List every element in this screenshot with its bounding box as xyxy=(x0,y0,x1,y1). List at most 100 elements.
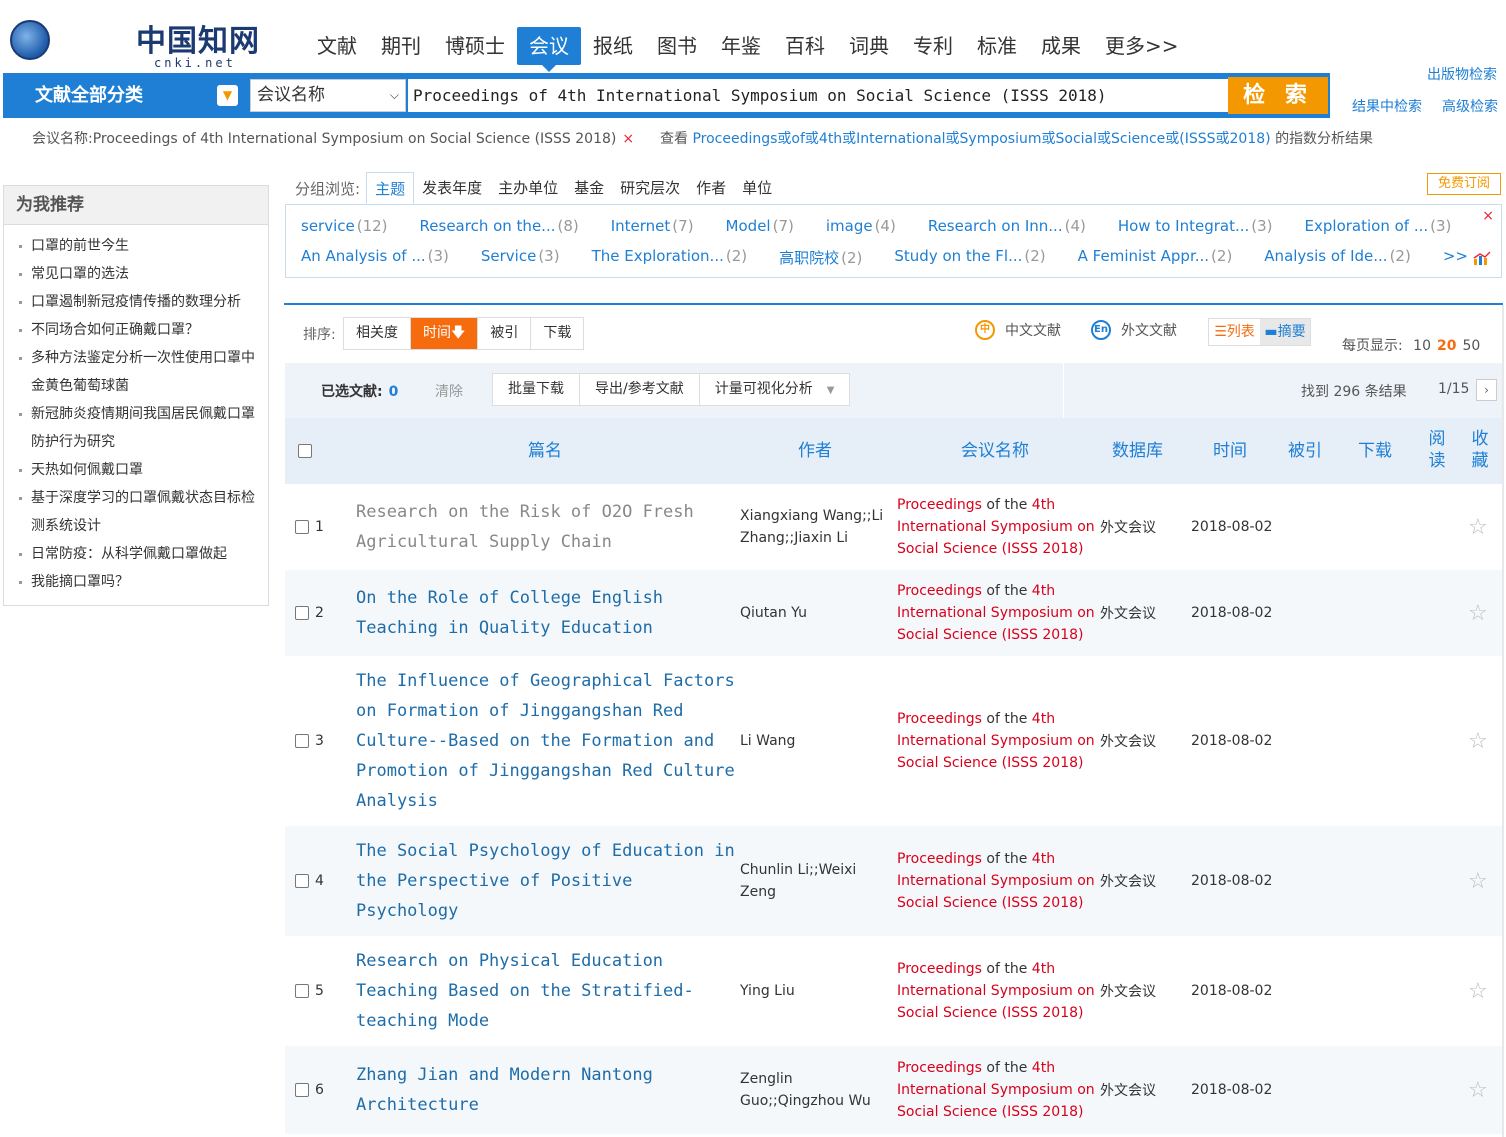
topic-link[interactable]: Analysis of Ide... (2) xyxy=(1264,247,1411,268)
select-all-checkbox[interactable] xyxy=(298,444,312,458)
topic-link[interactable]: image (4) xyxy=(826,217,896,235)
row-checkbox[interactable] xyxy=(295,520,309,534)
nav-item[interactable]: 会议 xyxy=(517,27,581,72)
conference-link[interactable]: Proceedings of the 4th International Sym… xyxy=(897,494,1097,560)
sort-button[interactable]: 被引 xyxy=(478,318,532,349)
paper-title-link[interactable]: The Influence of Geographical Factors on… xyxy=(356,666,736,816)
star-icon[interactable]: ☆ xyxy=(1468,484,1488,570)
cnki-logo[interactable]: 中国知网 cnki.net xyxy=(4,10,264,70)
list-view-button[interactable]: ☰列表 xyxy=(1209,319,1260,345)
action-button[interactable]: 计量可视化分析 ▼ xyxy=(700,374,850,405)
conference-link[interactable]: Proceedings of the 4th International Sym… xyxy=(897,708,1097,774)
paper-title-link[interactable]: Research on Physical Education Teaching … xyxy=(356,946,736,1036)
foreign-literature-filter[interactable]: En 外文文献 xyxy=(1091,320,1177,340)
chart-icon[interactable] xyxy=(1473,251,1491,265)
recommend-item[interactable]: 天热如何佩戴口罩 xyxy=(18,456,268,484)
sort-button[interactable]: 下载 xyxy=(531,318,583,349)
category-dropdown[interactable]: 文献全部分类 ▼ xyxy=(5,75,248,116)
header-date[interactable]: 时间 xyxy=(1185,418,1275,484)
header-cited[interactable]: 被引 xyxy=(1280,418,1330,484)
scrollbar-track[interactable] xyxy=(1502,305,1504,1137)
recommend-item[interactable]: 多种方法鉴定分析一次性使用口罩中金黄色葡萄球菌 xyxy=(18,344,268,400)
header-conference[interactable]: 会议名称 xyxy=(895,418,1095,484)
recommend-item[interactable]: 常见口罩的选法 xyxy=(18,260,268,288)
nav-item[interactable]: 文献 xyxy=(305,27,369,65)
recommend-item[interactable]: 基于深度学习的口罩佩戴状态目标检测系统设计 xyxy=(18,484,268,540)
row-author[interactable]: Xiangxiang Wang;;Li Zhang;;Jiaxin Li xyxy=(740,484,895,570)
search-field-select[interactable]: 会议名称 ⌵ xyxy=(250,79,406,112)
header-database[interactable]: 数据库 xyxy=(1095,418,1180,484)
next-page-button[interactable]: › xyxy=(1476,379,1497,401)
topic-link[interactable]: Internet (7) xyxy=(611,217,694,235)
nav-item[interactable]: 博硕士 xyxy=(433,27,517,65)
topic-link[interactable]: The Exploration... (2) xyxy=(592,247,748,268)
header-title[interactable]: 篇名 xyxy=(345,418,745,484)
group-tab[interactable]: 研究层次 xyxy=(612,172,688,204)
star-icon[interactable]: ☆ xyxy=(1468,1046,1488,1134)
nav-item[interactable]: 词典 xyxy=(837,27,901,65)
row-checkbox[interactable] xyxy=(295,606,309,620)
recommend-item[interactable]: 新冠肺炎疫情期间我国居民佩戴口罩防护行为研究 xyxy=(18,400,268,456)
publication-search-link[interactable]: 出版物检索 xyxy=(1427,64,1497,84)
sort-button[interactable]: 时间🡇 xyxy=(411,318,479,349)
topic-link[interactable]: 高职院校 (2) xyxy=(779,247,862,268)
sort-button[interactable]: 相关度 xyxy=(344,318,411,349)
topic-link[interactable]: >> xyxy=(1443,247,1470,268)
close-icon[interactable]: × xyxy=(1482,208,1494,224)
per-page-option[interactable]: 20 xyxy=(1437,338,1456,354)
star-icon[interactable]: ☆ xyxy=(1468,570,1488,656)
group-tab[interactable]: 主办单位 xyxy=(490,172,566,204)
recommend-item[interactable]: 日常防疫：从科学佩戴口罩做起 xyxy=(18,540,268,568)
action-button[interactable]: 批量下载 xyxy=(493,374,580,405)
star-icon[interactable]: ☆ xyxy=(1468,936,1488,1046)
nav-item[interactable]: 成果 xyxy=(1029,27,1093,65)
nav-item[interactable]: 图书 xyxy=(645,27,709,65)
per-page-option[interactable]: 10 xyxy=(1413,338,1431,354)
row-author[interactable]: Chunlin Li;;Weixi Zeng xyxy=(740,826,895,936)
group-tab[interactable]: 单位 xyxy=(734,172,780,204)
nav-item[interactable]: 百科 xyxy=(773,27,837,65)
clear-selection-link[interactable]: 清除 xyxy=(435,381,463,401)
group-tab[interactable]: 发表年度 xyxy=(414,172,490,204)
recommend-item[interactable]: 不同场合如何正确戴口罩？ xyxy=(18,316,268,344)
free-subscribe-button[interactable]: 免费订阅 xyxy=(1427,173,1501,195)
topic-link[interactable]: Exploration of ... (3) xyxy=(1305,217,1452,235)
nav-item[interactable]: 专利 xyxy=(901,27,965,65)
topic-link[interactable]: A Feminist Appr... (2) xyxy=(1078,247,1233,268)
search-in-results-link[interactable]: 结果中检索 xyxy=(1352,96,1422,116)
topic-link[interactable]: Research on Inn... (4) xyxy=(928,217,1086,235)
row-author[interactable]: Li Wang xyxy=(740,656,895,826)
per-page-option[interactable]: 50 xyxy=(1462,338,1480,354)
row-checkbox[interactable] xyxy=(295,734,309,748)
group-tab[interactable]: 主题 xyxy=(366,172,415,204)
abstract-view-button[interactable]: ▬摘要 xyxy=(1260,319,1310,345)
paper-title-link[interactable]: On the Role of College English Teaching … xyxy=(356,583,736,643)
recommend-item[interactable]: 口罩遏制新冠疫情传播的数理分析 xyxy=(18,288,268,316)
nav-item[interactable]: 标准 xyxy=(965,27,1029,65)
topic-link[interactable]: How to Integrat... (3) xyxy=(1118,217,1273,235)
conference-link[interactable]: Proceedings of the 4th International Sym… xyxy=(897,580,1097,646)
search-button[interactable]: 检 索 xyxy=(1228,77,1328,114)
nav-item[interactable]: 更多>> xyxy=(1093,27,1191,65)
star-icon[interactable]: ☆ xyxy=(1468,826,1488,936)
topic-link[interactable]: Study on the Fl... (2) xyxy=(894,247,1045,268)
row-checkbox[interactable] xyxy=(295,984,309,998)
topic-link[interactable]: An Analysis of ... (3) xyxy=(301,247,449,268)
header-author[interactable]: 作者 xyxy=(740,418,890,484)
topic-link[interactable]: Service (3) xyxy=(481,247,560,268)
conference-link[interactable]: Proceedings of the 4th International Sym… xyxy=(897,958,1097,1024)
paper-title-link[interactable]: Research on the Risk of O2O Fresh Agricu… xyxy=(356,497,736,557)
paper-title-link[interactable]: The Social Psychology of Education in th… xyxy=(356,836,736,926)
row-checkbox[interactable] xyxy=(295,1083,309,1097)
index-terms-link[interactable]: Proceedings或of或4th或International或Symposi… xyxy=(692,131,1270,147)
row-author[interactable]: Zenglin Guo;;Qingzhou Wu xyxy=(740,1046,895,1134)
recommend-item[interactable]: 我能摘口罩吗？ xyxy=(18,568,268,596)
chinese-literature-filter[interactable]: 中 中文文献 xyxy=(975,320,1061,340)
paper-title-link[interactable]: Zhang Jian and Modern Nantong Architectu… xyxy=(356,1060,736,1120)
advanced-search-link[interactable]: 高级检索 xyxy=(1442,96,1498,116)
nav-item[interactable]: 期刊 xyxy=(369,27,433,65)
action-button[interactable]: 导出/参考文献 xyxy=(580,374,700,405)
topic-link[interactable]: Research on the... (8) xyxy=(420,217,579,235)
row-author[interactable]: Qiutan Yu xyxy=(740,570,895,656)
topic-link[interactable]: Model (7) xyxy=(726,217,794,235)
